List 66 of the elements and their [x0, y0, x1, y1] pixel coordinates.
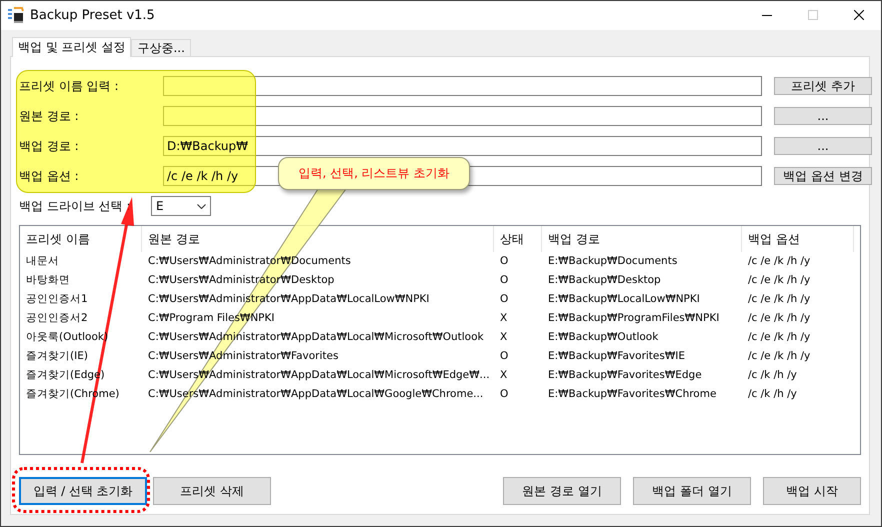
- table-cell: C:₩Users₩Administrator₩Favorites: [148, 350, 338, 362]
- table-cell: C:₩Users₩Administrator₩Documents: [148, 255, 351, 267]
- minimize-icon[interactable]: [762, 14, 772, 16]
- table-cell: 즐겨찾기(IE): [26, 350, 88, 362]
- table-cell: E:₩Backup₩LocalLow₩NPKI: [548, 293, 700, 305]
- table-cell: C:₩Users₩Administrator₩AppData₩Local₩Microsoft₩Outlook: [148, 331, 484, 343]
- drive-dropdown[interactable]: E: [151, 196, 211, 216]
- table-cell: O: [500, 350, 508, 362]
- table-cell: 공인인증서1: [26, 293, 88, 305]
- field-label: 원본 경로 :: [19, 108, 80, 124]
- table-cell: E:₩Backup₩Desktop: [548, 274, 661, 286]
- table-cell: 공인인증서2: [26, 312, 88, 324]
- table-cell: X: [500, 331, 508, 343]
- table-cell: O: [500, 293, 508, 305]
- field-label: 백업 경로 :: [19, 138, 80, 154]
- field-label: 프리셋 이름 입력 :: [19, 78, 120, 94]
- table-cell: /c /e /k /h /y: [748, 255, 810, 267]
- table-cell: E:₩Backup₩Favorites₩Chrome: [548, 388, 716, 400]
- tab[interactable]: 백업 및 프리셋 설정: [12, 37, 132, 57]
- table-cell: /c /k /h /y: [748, 388, 797, 400]
- action-button[interactable]: ...: [774, 137, 872, 155]
- close-icon[interactable]: [854, 10, 864, 20]
- action-button[interactable]: 프리셋 추가: [774, 77, 872, 95]
- input-field[interactable]: [163, 106, 762, 126]
- table-cell: /c /k /h /y: [748, 369, 797, 381]
- table-cell: /c /e /k /h /y: [748, 350, 810, 362]
- table-cell: C:₩Users₩Administrator₩AppData₩LocalLow₩NPKI: [148, 293, 430, 305]
- action-button[interactable]: 백업 시작: [763, 477, 861, 505]
- callout-text: 입력, 선택, 리스트뷰 초기화: [278, 157, 470, 190]
- table-cell: E:₩Backup₩ProgramFiles₩NPKI: [548, 312, 720, 324]
- column-header[interactable]: 백업 옵션: [742, 226, 854, 252]
- table-cell: E:₩Backup₩Favorites₩Edge: [548, 369, 702, 381]
- field-label: 백업 드라이브 선택 :: [19, 198, 132, 214]
- column-header[interactable]: 상태: [494, 226, 542, 252]
- table-cell: X: [500, 312, 508, 324]
- table-cell: X: [500, 369, 508, 381]
- action-button[interactable]: 백업 폴더 열기: [633, 477, 751, 505]
- field-label: 백업 옵션 :: [19, 168, 80, 184]
- action-button[interactable]: 입력 / 선택 초기화: [19, 477, 147, 505]
- table-cell: E:₩Backup₩Outlook: [548, 331, 658, 343]
- table-cell: 바탕화면: [26, 274, 70, 286]
- input-field[interactable]: D:₩Backup₩: [163, 136, 762, 156]
- table-cell: /c /e /k /h /y: [748, 274, 810, 286]
- chevron-icon: [197, 204, 206, 208]
- action-button[interactable]: 프리셋 삭제: [153, 477, 271, 505]
- table-cell: O: [500, 388, 508, 400]
- table-cell: E:₩Backup₩Favorites₩IE: [548, 350, 685, 362]
- table-cell: /c /e /k /h /y: [748, 331, 810, 343]
- table-cell: C:₩Users₩Administrator₩AppData₩Local₩Google₩Chrome...: [148, 388, 484, 400]
- table-cell: /c /e /k /h /y: [748, 293, 810, 305]
- table-cell: O: [500, 255, 508, 267]
- action-button[interactable]: ...: [774, 107, 872, 125]
- table-cell: O: [500, 274, 508, 286]
- table-cell: C:₩Program Files₩NPKI: [148, 312, 274, 324]
- app-icon: [8, 7, 24, 23]
- tab[interactable]: 구상중...: [131, 39, 191, 56]
- action-button[interactable]: 원본 경로 열기: [503, 477, 621, 505]
- table-cell: C:₩Users₩Administrator₩AppData₩Local₩Microsoft₩Edge₩...: [148, 369, 490, 381]
- table-cell: C:₩Users₩Administrator₩Desktop: [148, 274, 334, 286]
- table-cell: E:₩Backup₩Documents: [548, 255, 678, 267]
- column-header[interactable]: 백업 경로: [542, 226, 742, 252]
- window-title: Backup Preset v1.5: [30, 8, 155, 22]
- input-field[interactable]: [163, 76, 762, 96]
- action-button[interactable]: 백업 옵션 변경: [774, 167, 872, 185]
- table-cell: /c /e /k /h /y: [748, 312, 810, 324]
- table-cell: 내문서: [26, 255, 59, 267]
